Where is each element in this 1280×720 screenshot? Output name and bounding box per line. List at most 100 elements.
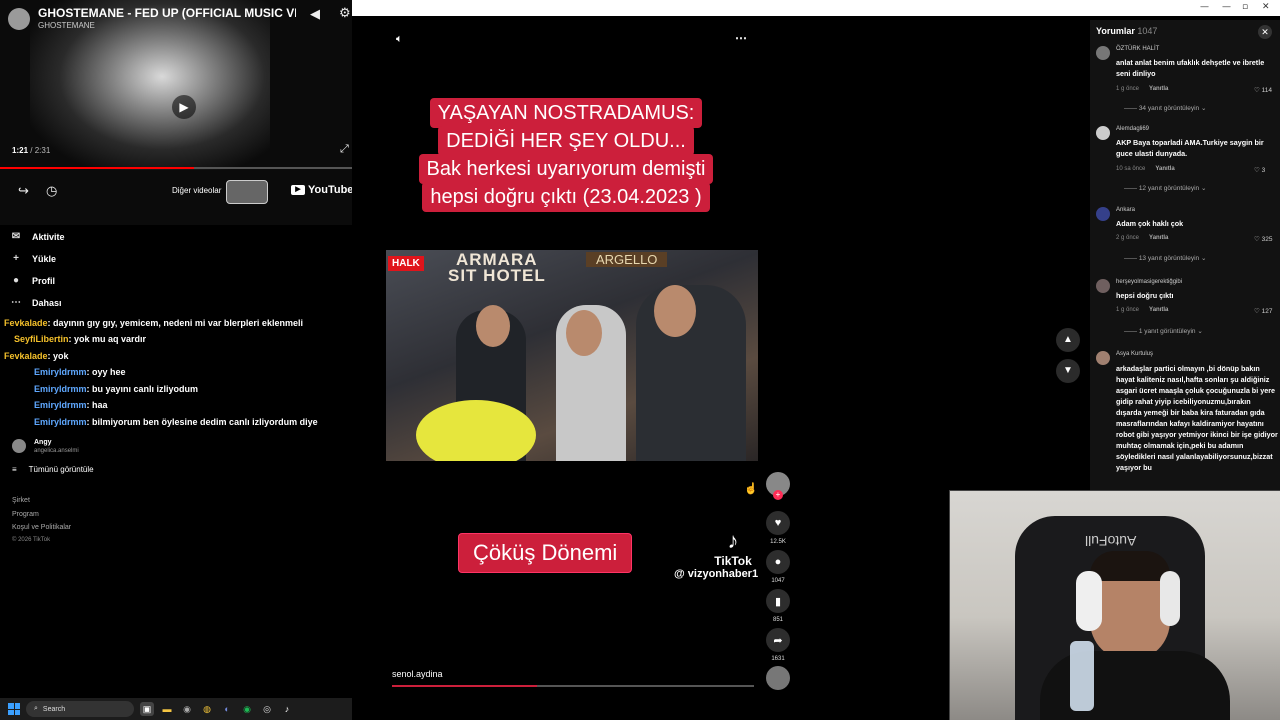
avatar[interactable] bbox=[1096, 126, 1110, 140]
video-title[interactable]: GHOSTEMANE - FED UP (OFFICIAL MUSIC VIDE… bbox=[38, 6, 296, 20]
comment-like-count: 3 bbox=[1261, 167, 1266, 174]
avatar[interactable] bbox=[1096, 46, 1110, 60]
view-replies-link[interactable]: —— 34 yanıt görüntüleyin ⌄ bbox=[1124, 104, 1206, 112]
obs-icon[interactable]: ◎ bbox=[260, 702, 274, 716]
progress-fill bbox=[0, 167, 194, 169]
maximize-icon[interactable]: ▫ bbox=[1242, 2, 1248, 12]
play-button[interactable]: ▶ bbox=[172, 95, 196, 119]
water-bottle bbox=[1070, 641, 1094, 711]
spotify-icon[interactable]: ◉ bbox=[240, 702, 254, 716]
menu-item-activity[interactable]: ✉ Aktivite bbox=[10, 231, 210, 242]
file-explorer-icon[interactable]: ▬ bbox=[160, 702, 174, 716]
channel-name[interactable]: GHOSTEMANE bbox=[38, 21, 95, 30]
comment-user[interactable]: Alemdagli69 bbox=[1116, 126, 1149, 132]
share-button[interactable]: ➦ 1631 bbox=[766, 628, 790, 662]
avatar[interactable] bbox=[1096, 351, 1110, 365]
chevron-down-icon: ▼ bbox=[1063, 365, 1073, 376]
tiktok-watermark: ♪ TikTok @ vizyonhaber1 bbox=[674, 528, 758, 580]
comment-like[interactable]: ♡ 114 bbox=[1254, 86, 1272, 94]
minimize-icon[interactable]: — bbox=[1200, 2, 1209, 12]
chat-username[interactable]: Emiryldrmm bbox=[34, 367, 87, 377]
view-replies-link[interactable]: —— 13 yanıt görüntüleyin ⌄ bbox=[1124, 254, 1206, 262]
save-button[interactable]: ▮ 851 bbox=[766, 589, 790, 623]
like-button[interactable]: ♥ 12.5K bbox=[766, 511, 790, 545]
menu-label: Aktivite bbox=[32, 231, 65, 242]
more-videos-thumbnail[interactable] bbox=[226, 180, 268, 204]
youtube-logo[interactable]: ▶ YouTube bbox=[291, 184, 352, 196]
avatar[interactable] bbox=[12, 439, 26, 453]
comment-like[interactable]: ♡ 3 bbox=[1254, 166, 1265, 174]
chat-username[interactable]: Emiryldrmm bbox=[34, 417, 87, 427]
steam-icon[interactable]: ◉ bbox=[180, 702, 194, 716]
minimize-icon-2[interactable]: — bbox=[1222, 2, 1231, 12]
youtube-player[interactable]: GHOSTEMANE - FED UP (OFFICIAL MUSIC VIDE… bbox=[0, 0, 352, 225]
comment-like[interactable]: ♡ 127 bbox=[1254, 307, 1273, 315]
next-video-button[interactable]: ▼ bbox=[1056, 359, 1080, 383]
comment-like[interactable]: ♡ 325 bbox=[1254, 235, 1273, 243]
video-frame[interactable]: ARMARA SIT HOTEL ARGELLO HALK bbox=[386, 250, 758, 461]
footer-company[interactable]: Şirket bbox=[12, 497, 30, 504]
volume-icon[interactable]: ◀ bbox=[310, 6, 320, 22]
chat-username[interactable]: Fevkalade bbox=[4, 318, 48, 328]
comment-button[interactable]: ● 1047 bbox=[766, 550, 790, 584]
chevron-up-icon: ▲ bbox=[1063, 334, 1073, 345]
bottom-caption: Çöküş Dönemi bbox=[458, 533, 633, 573]
menu-item-upload[interactable]: + Yükle bbox=[10, 253, 210, 264]
chat-text: : yok mu aq vardır bbox=[68, 334, 147, 344]
more-videos-label[interactable]: Diğer videolar bbox=[172, 186, 221, 195]
close-icon[interactable]: ✕ bbox=[1262, 2, 1270, 12]
chat-message: Emiryldrmm: oyy hee bbox=[4, 367, 344, 377]
chrome-icon[interactable]: ◍ bbox=[200, 702, 214, 716]
menu-item-more[interactable]: ⋯ Dahası bbox=[10, 297, 210, 308]
following-user-name[interactable]: Angy bbox=[34, 439, 52, 446]
comment-time: 10 sa önce bbox=[1116, 166, 1146, 172]
see-all-link[interactable]: ≡ Tümünü görüntüle bbox=[12, 465, 94, 474]
chat-username[interactable]: Fevkalade bbox=[4, 351, 48, 361]
more-options-icon[interactable]: ⋯ bbox=[735, 31, 747, 45]
tiktok-taskbar-icon[interactable]: ♪ bbox=[280, 702, 294, 716]
view-replies-link[interactable]: —— 12 yanıt görüntüleyin ⌄ bbox=[1124, 184, 1206, 192]
chat-username[interactable]: SeyfiLibertin bbox=[14, 334, 69, 344]
chat-username[interactable]: Emiryldrmm bbox=[34, 384, 87, 394]
reply-button[interactable]: Yanıtla bbox=[1149, 307, 1168, 313]
reply-button[interactable]: Yanıtla bbox=[1155, 166, 1174, 172]
windows-start-icon[interactable] bbox=[8, 703, 20, 715]
taskbar-search[interactable]: ⌕ Search bbox=[26, 701, 134, 717]
avatar[interactable] bbox=[1096, 207, 1110, 221]
previous-video-button[interactable]: ▲ bbox=[1056, 328, 1080, 352]
creator-avatar[interactable]: + bbox=[766, 472, 790, 500]
comment-time: 2 g önce bbox=[1116, 235, 1140, 241]
discord-icon[interactable]: ◐ bbox=[220, 702, 234, 716]
time-display: 1:21 / 2:31 bbox=[12, 146, 50, 155]
footer-terms[interactable]: Koşul ve Politikalar bbox=[12, 524, 71, 531]
view-replies-link[interactable]: —— 1 yanıt görüntüleyin ⌄ bbox=[1124, 327, 1203, 335]
share-icon[interactable]: ↪ bbox=[18, 183, 29, 199]
video-username[interactable]: senol.aydina bbox=[392, 669, 443, 679]
video-progress-fill bbox=[392, 685, 537, 687]
music-disc-icon bbox=[766, 666, 790, 690]
comment-text: AKP Baya toparladi AMA.Turkiye saygin bi… bbox=[1116, 138, 1264, 158]
reply-button[interactable]: Yanıtla bbox=[1149, 86, 1168, 92]
banner-line: DEDİĞİ HER ŞEY OLDU... bbox=[438, 126, 694, 156]
fullscreen-icon[interactable]: ⤢ bbox=[340, 143, 349, 156]
task-view-icon[interactable]: ▣ bbox=[140, 702, 154, 716]
comment-user[interactable]: Asya Kurtuluş bbox=[1116, 351, 1153, 357]
menu-item-profile[interactable]: ● Profil bbox=[10, 275, 210, 286]
reply-button[interactable]: Yanıtla bbox=[1149, 235, 1168, 241]
comment-user[interactable]: Ankara bbox=[1116, 207, 1135, 213]
avatar[interactable] bbox=[1096, 279, 1110, 293]
volume-icon[interactable]: 🔈︎ bbox=[396, 33, 403, 46]
watch-later-icon[interactable]: ◷ bbox=[46, 183, 57, 199]
settings-gear-icon[interactable]: ⚙ bbox=[339, 5, 351, 21]
follow-plus-icon[interactable]: + bbox=[773, 490, 783, 500]
webcam-overlay: AutoFull bbox=[949, 490, 1280, 720]
channel-avatar[interactable] bbox=[8, 8, 30, 30]
video-progress-bar[interactable] bbox=[392, 685, 754, 687]
footer-program[interactable]: Program bbox=[12, 511, 39, 518]
music-disc[interactable] bbox=[766, 666, 790, 690]
chat-username[interactable]: Emiryldrmm bbox=[34, 400, 87, 410]
close-comments-button[interactable]: ✕ bbox=[1258, 25, 1272, 39]
comment-user[interactable]: ÖZTÜRK HALİT bbox=[1116, 46, 1159, 52]
comment-user[interactable]: herşeyolmasigerektiğgibi bbox=[1116, 279, 1182, 285]
progress-bar[interactable] bbox=[0, 167, 352, 169]
